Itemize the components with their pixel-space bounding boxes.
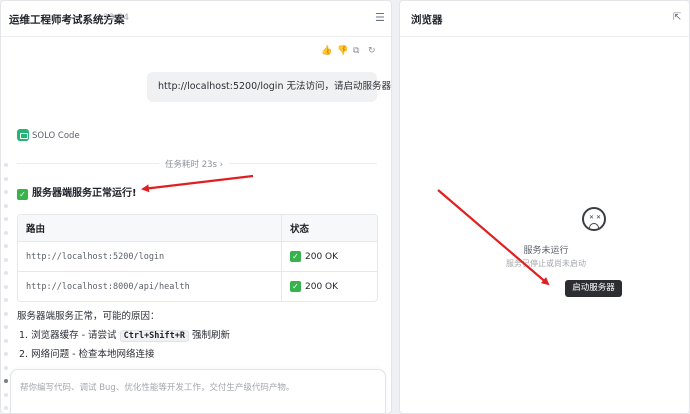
check-icon: ✓ bbox=[290, 281, 301, 292]
pointer-select-icon[interactable]: ⇱ bbox=[673, 12, 681, 24]
check-icon: ✓ bbox=[290, 251, 301, 262]
task-duration-text: 任务耗时 23s bbox=[165, 160, 217, 170]
status-cell: 200 OK bbox=[305, 281, 339, 292]
start-server-button[interactable]: 启动服务器 bbox=[565, 280, 622, 297]
route-status-table: 路由 状态 http://localhost:5200/login ✓ 200 O… bbox=[17, 214, 378, 302]
browser-header: 浏览器 ⇱ bbox=[400, 1, 689, 37]
table-header-row: 路由 状态 bbox=[18, 215, 377, 241]
table-row: http://localhost:8000/api/health ✓ 200 OK bbox=[18, 271, 377, 301]
user-message: http://localhost:5200/login 无法访问，请启动服务器。 bbox=[147, 72, 391, 102]
route-cell: http://localhost:8000/api/health bbox=[26, 281, 190, 292]
copy-icon[interactable]: ⧉ bbox=[353, 46, 359, 56]
service-status-subtitle: 服务已停止或尚未启动 bbox=[506, 259, 586, 268]
check-icon: ✓ bbox=[17, 189, 28, 200]
reason-item-2: 2. 网络问题 - 检查本地网络连接 bbox=[19, 349, 155, 360]
route-cell: http://localhost:5200/login bbox=[26, 251, 165, 262]
status-cell: 200 OK bbox=[305, 251, 339, 262]
collapse-list-icon[interactable]: ☰ bbox=[375, 12, 385, 24]
reason-item-1: 1. 浏览器缓存 - 请尝试 Ctrl+Shift+R 强制刷新 bbox=[19, 330, 231, 342]
chat-header: 运维工程师考试系统方案 23:34 ☰ bbox=[1, 1, 391, 37]
refresh-icon[interactable]: ↻ bbox=[368, 46, 376, 56]
agent-name: SOLO Code bbox=[32, 131, 80, 141]
browser-panel: 浏览器 ⇱ ✕ ✕ 服务未运行 服务已停止或尚未启动 启动服务器 bbox=[399, 0, 690, 414]
code-agent-icon bbox=[17, 129, 29, 141]
agent-label: SOLO Code bbox=[17, 129, 80, 141]
table-header-route: 路由 bbox=[18, 215, 282, 241]
composer-placeholder: 帮你编写代码、调试 Bug、优化性能等开发工作，交付生产级代码产物。 bbox=[20, 383, 295, 393]
shortcut-key: Ctrl+Shift+R bbox=[119, 330, 190, 342]
table-row: http://localhost:5200/login ✓ 200 OK bbox=[18, 241, 377, 271]
message-composer[interactable]: 帮你编写代码、调试 Bug、优化性能等开发工作，交付生产级代码产物。 bbox=[10, 369, 386, 413]
chat-time: 23:34 bbox=[103, 13, 129, 23]
service-status-title: 服务未运行 bbox=[523, 246, 569, 256]
task-duration-toggle[interactable]: 任务耗时 23s › bbox=[159, 158, 230, 170]
thumbs-down-icon[interactable]: 👎 bbox=[337, 46, 348, 56]
status-heading: ✓ 服务器端服务正常运行! bbox=[17, 184, 137, 200]
thumbs-up-icon[interactable]: 👍 bbox=[321, 46, 332, 56]
table-header-status: 状态 bbox=[290, 224, 310, 235]
browser-title: 浏览器 bbox=[411, 14, 443, 26]
chat-panel: 运维工程师考试系统方案 23:34 ☰ 👍 👎 ⧉ ↻ http://local… bbox=[0, 0, 392, 414]
sad-face-icon: ✕ ✕ bbox=[582, 207, 606, 231]
reason-intro: 服务器端服务正常，可能的原因： bbox=[17, 311, 160, 322]
